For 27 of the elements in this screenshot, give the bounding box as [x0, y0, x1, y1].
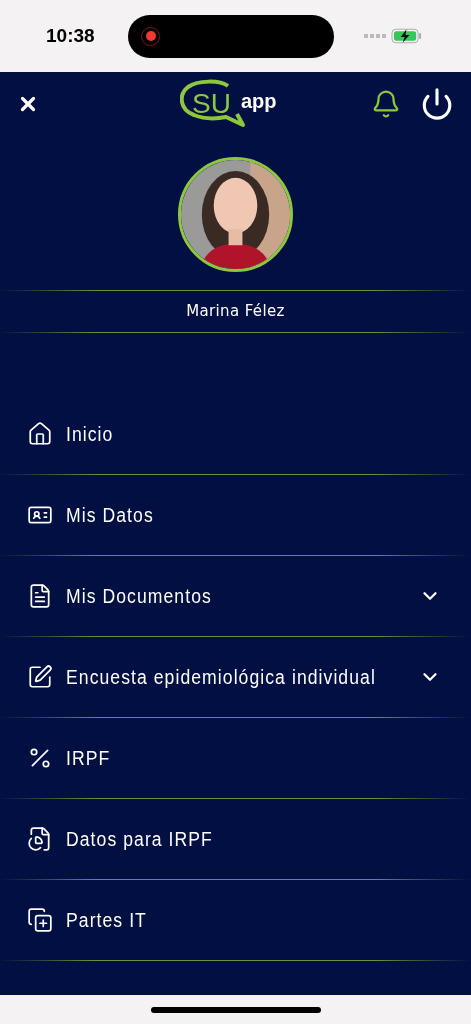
- menu-label: Inicio: [66, 422, 114, 447]
- menu-item[interactable]: Mis Datos: [0, 475, 471, 555]
- logo-subtext: app: [240, 90, 277, 111]
- menu-item[interactable]: Inicio: [0, 394, 471, 474]
- menu-label: IRPF: [66, 746, 111, 771]
- notifications-button[interactable]: [371, 88, 401, 119]
- power-button[interactable]: [420, 86, 454, 121]
- logo-text: SU: [192, 89, 231, 118]
- menu-item[interactable]: Mis Documentos: [0, 556, 471, 636]
- menu-label: Datos para IRPF: [66, 827, 213, 852]
- chart-file-icon: [27, 826, 53, 852]
- document-icon: [27, 583, 53, 609]
- menu-label: Encuesta epidemiológica individual: [66, 665, 376, 690]
- battery-charging-icon: [391, 28, 422, 44]
- add-document-icon: [27, 907, 53, 933]
- status-time: 10:38: [46, 23, 96, 48]
- menu-item[interactable]: Datos para IRPF: [0, 799, 471, 879]
- menu-label: Mis Documentos: [66, 584, 212, 609]
- signal-icon: [364, 34, 386, 38]
- home-icon: [27, 421, 53, 447]
- menu-item[interactable]: IRPF: [0, 718, 471, 798]
- menu-label: Mis Datos: [66, 503, 154, 528]
- menu-item[interactable]: Partes IT: [0, 880, 471, 960]
- user-name: Marina Félez: [186, 301, 285, 323]
- menu-label: Partes IT: [66, 908, 147, 933]
- edit-icon: [27, 664, 53, 690]
- menu-item[interactable]: Encuesta epidemiológica individual: [0, 637, 471, 717]
